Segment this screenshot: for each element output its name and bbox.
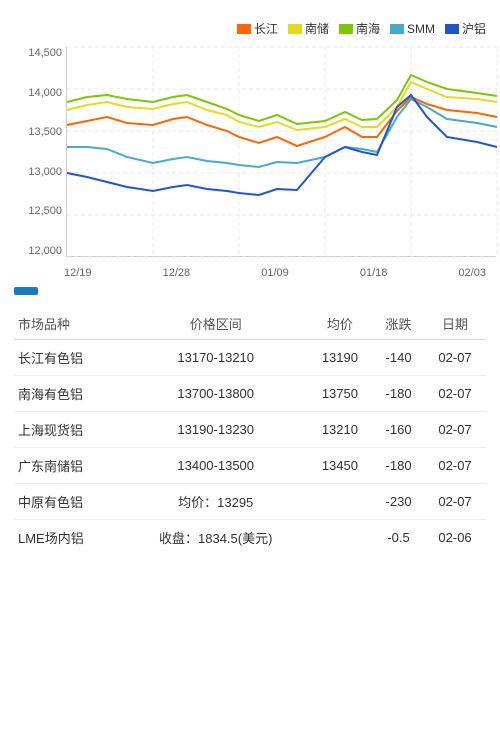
cell-change: -180: [373, 376, 424, 412]
legend-label: 南海: [356, 20, 380, 37]
table-row: 中原有色铝 均价：13295 -230 02-07: [14, 484, 486, 520]
legend-color: [445, 24, 459, 34]
cell-date: 02-07: [424, 376, 486, 412]
cell-market: LME场内铝: [14, 520, 125, 556]
table-row: 长江有色铝 13170-13210 13190 -140 02-07: [14, 340, 486, 376]
cell-date: 02-07: [424, 412, 486, 448]
col-market: 市场品种: [14, 308, 125, 340]
price-table: 市场品种 价格区间 均价 涨跌 日期 长江有色铝 13170-13210 131…: [14, 308, 486, 555]
today-price-header: [14, 287, 38, 295]
cell-range: 均价：13295: [125, 484, 307, 520]
table-row: 广东南储铝 13400-13500 13450 -180 02-07: [14, 448, 486, 484]
y-axis: 14,500 14,000 13,500 13,000 12,500 12,00…: [16, 47, 62, 257]
cell-market: 南海有色铝: [14, 376, 125, 412]
cell-avg: 13750: [307, 376, 373, 412]
col-avg: 均价: [307, 308, 373, 340]
cell-avg: 13450: [307, 448, 373, 484]
legend-label: 沪铝: [462, 20, 486, 37]
col-date: 日期: [424, 308, 486, 340]
cell-change: -0.5: [373, 520, 424, 556]
cell-change: -160: [373, 412, 424, 448]
legend-label: SMM: [407, 22, 435, 36]
cell-market: 上海现货铝: [14, 412, 125, 448]
cell-date: 02-07: [424, 484, 486, 520]
cell-date: 02-06: [424, 520, 486, 556]
table-row: LME场内铝 收盘：1834.5(美元) -0.5 02-06: [14, 520, 486, 556]
cell-range: 13190-13230: [125, 412, 307, 448]
col-change: 涨跌: [373, 308, 424, 340]
cell-market: 中原有色铝: [14, 484, 125, 520]
cell-change: -180: [373, 448, 424, 484]
smm-line: [67, 99, 497, 167]
chart-svg: [66, 47, 496, 257]
legend-item-SMM: SMM: [390, 22, 435, 36]
legend-item-南海: 南海: [339, 20, 380, 37]
cell-change: -230: [373, 484, 424, 520]
legend-color: [237, 24, 251, 34]
legend-label: 南储: [305, 20, 329, 37]
cell-avg: 13190: [307, 340, 373, 376]
cell-date: 02-07: [424, 340, 486, 376]
cell-market: 广东南储铝: [14, 448, 125, 484]
legend-item-长江: 长江: [237, 20, 278, 37]
nanhai-line: [67, 75, 497, 124]
table-row: 南海有色铝 13700-13800 13750 -180 02-07: [14, 376, 486, 412]
legend-color: [390, 24, 404, 34]
chart-legend: 长江 南储 南海 SMM 沪铝: [237, 20, 486, 37]
cell-market: 长江有色铝: [14, 340, 125, 376]
cell-range: 13400-13500: [125, 448, 307, 484]
legend-item-南储: 南储: [288, 20, 329, 37]
cell-range: 13700-13800: [125, 376, 307, 412]
col-range: 价格区间: [125, 308, 307, 340]
cell-avg: 13210: [307, 412, 373, 448]
cell-range: 收盘：1834.5(美元): [125, 520, 307, 556]
cell-date: 02-07: [424, 448, 486, 484]
cell-avg: [307, 484, 373, 520]
legend-color: [339, 24, 353, 34]
legend-color: [288, 24, 302, 34]
cell-change: -140: [373, 340, 424, 376]
cell-range: 13170-13210: [125, 340, 307, 376]
chart-wrapper: 14,500 14,000 13,500 13,000 12,500 12,00…: [14, 47, 486, 257]
table-row: 上海现货铝 13190-13230 13210 -160 02-07: [14, 412, 486, 448]
legend-item-沪铝: 沪铝: [445, 20, 486, 37]
x-axis: 12/19 12/28 01/09 01/18 02/03: [14, 267, 486, 279]
cell-avg: [307, 520, 373, 556]
legend-label: 长江: [254, 20, 278, 37]
